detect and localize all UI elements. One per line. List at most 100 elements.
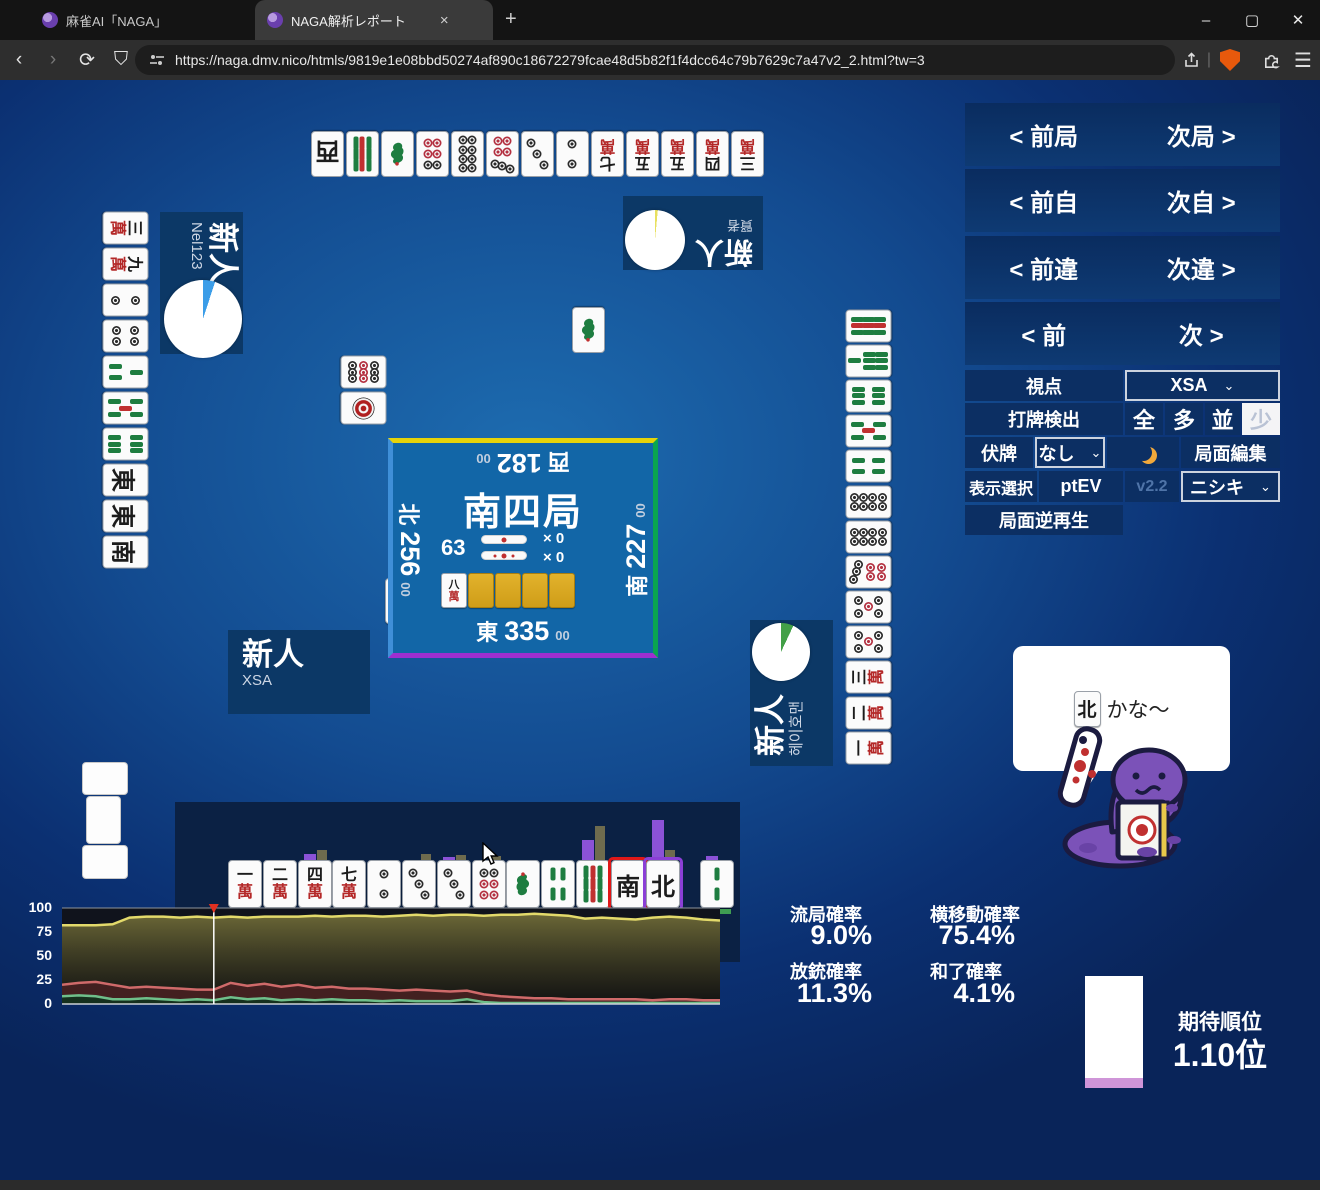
discard-tile-6s — [843, 378, 893, 413]
tile-6p[interactable] — [472, 860, 506, 908]
viewpoint-select[interactable]: XSA ⌄ — [1125, 370, 1280, 401]
tile-8p — [845, 520, 891, 553]
minimize-button[interactable]: – — [1183, 0, 1229, 40]
fusehai-select[interactable]: なし ⌄ — [1035, 437, 1105, 468]
center-board: 西18200 南四局 63 × 0 × 0 八萬 東33500 北25600 南… — [388, 438, 658, 658]
ptev-button[interactable]: ptEV — [1039, 471, 1123, 502]
next-step-button[interactable]: 次 > — [1179, 316, 1224, 351]
discard-tile-6p — [415, 128, 450, 180]
menu-icon[interactable]: ☰ — [1288, 45, 1318, 75]
discard-tile-3m: 三萬 — [843, 660, 893, 695]
east-score: 東33500 — [393, 615, 653, 647]
next-self-button[interactable]: 次自 > — [1167, 183, 1236, 218]
tile-4m[interactable]: 四萬 — [298, 860, 332, 908]
discard-tile-4s — [843, 449, 893, 484]
prev-self-button[interactable]: < 前自 — [1009, 183, 1078, 218]
edit-position-button[interactable]: 局面編集 — [1181, 437, 1280, 468]
tile-W: 西 — [311, 131, 344, 177]
dahai-option-4[interactable]: 少 — [1242, 403, 1280, 435]
tile-2p — [556, 131, 589, 177]
tile-2s[interactable] — [700, 860, 734, 908]
dark-mode-toggle[interactable] — [1107, 437, 1179, 468]
close-button[interactable]: ✕ — [1275, 0, 1320, 40]
chevron-down-icon: ⌄ — [1260, 479, 1271, 495]
south-score: 南22700 — [620, 465, 652, 635]
tile-4p — [102, 320, 148, 353]
prev-kyoku-button[interactable]: < 前局 — [1009, 117, 1078, 152]
back-icon[interactable]: ‹ — [4, 45, 34, 75]
tile-S[interactable]: 南 — [611, 860, 645, 908]
new-tab-button[interactable]: + — [505, 8, 517, 31]
url-bar[interactable]: https://naga.dmv.nico/htmls/9819e1e08bbd… — [135, 45, 1175, 75]
tile-1m[interactable]: 一萬 — [228, 860, 262, 908]
reverse-replay-button[interactable]: 局面逆再生 — [965, 505, 1123, 535]
tile-back — [468, 573, 494, 608]
dahai-option-3[interactable]: 並 — [1205, 403, 1240, 435]
naga-snake-mascot — [1052, 722, 1202, 872]
discard-tile-1m: 一萬 — [843, 730, 893, 765]
tile-8p — [451, 131, 484, 177]
tile-8p — [845, 485, 891, 518]
discard-tile-7s — [843, 343, 893, 378]
model-select[interactable]: ニシキ ⌄ — [1181, 471, 1280, 502]
tile-1s — [381, 131, 414, 177]
tile-5s — [102, 392, 148, 425]
next-mismatch-button[interactable]: 次違 > — [1167, 250, 1236, 285]
nav-mismatch-buttons: < 前違 次違 > — [965, 236, 1280, 299]
bookmark-icon[interactable]: ⛉ — [106, 45, 136, 75]
display-select-label: 表示選択 — [965, 471, 1037, 502]
tile-1p — [340, 392, 386, 425]
mouse-cursor — [480, 842, 500, 866]
tile-N[interactable]: 北 — [646, 860, 680, 908]
tile-back — [522, 573, 548, 608]
nav-kyoku-buttons: < 前局 次局 > — [965, 103, 1280, 166]
win-probability-chart[interactable] — [62, 902, 720, 1008]
tile-7s — [845, 344, 891, 377]
tile-6s — [845, 379, 891, 412]
reload-icon[interactable]: ⟳ — [72, 45, 102, 75]
discard-tile-7m: 七萬 — [590, 128, 625, 180]
moon-icon — [1135, 444, 1152, 461]
tile-2p[interactable] — [367, 860, 401, 908]
tile-4s[interactable] — [541, 860, 575, 908]
forward-icon[interactable]: › — [38, 45, 68, 75]
maximize-button[interactable]: ▢ — [1229, 0, 1275, 40]
y-tick-100: 100 — [12, 899, 52, 915]
expected-rank-value: 1.10位 — [1150, 1030, 1290, 1076]
y-tick-50: 50 — [12, 947, 52, 963]
tile-3m: 三萬 — [845, 661, 891, 694]
tile-3p[interactable] — [402, 860, 436, 908]
dahai-option-1[interactable]: 全 — [1125, 403, 1163, 435]
north-score: 北25600 — [394, 465, 426, 635]
y-tick-0: 0 — [12, 995, 52, 1011]
brave-shield-icon[interactable] — [1216, 45, 1244, 75]
discard-tile-2p — [100, 282, 150, 318]
tab-naga-report[interactable]: NAGA解析レポート × — [255, 0, 493, 40]
tile-2p — [102, 284, 148, 317]
dahai-option-2[interactable]: 多 — [1165, 403, 1203, 435]
tile-3p[interactable] — [437, 860, 471, 908]
tile-9s[interactable] — [576, 860, 610, 908]
tile-7m[interactable]: 七萬 — [332, 860, 366, 908]
tile-1s[interactable] — [506, 860, 540, 908]
bottom-player-box: 新人 XSA — [228, 630, 370, 714]
tile-back — [549, 573, 575, 608]
discard-tile-5p — [843, 590, 893, 625]
close-tab-icon[interactable]: × — [440, 12, 449, 29]
site-settings-icon[interactable] — [149, 52, 165, 68]
prev-step-button[interactable]: < 前 — [1021, 316, 1066, 351]
prev-mismatch-button[interactable]: < 前違 — [1009, 250, 1078, 285]
discard-tile-1p — [340, 390, 386, 426]
tile-9s — [346, 131, 379, 177]
tile-3s — [102, 356, 148, 389]
tile-5m: 五萬 — [661, 131, 694, 177]
discard-tile-8p — [843, 484, 893, 519]
next-kyoku-button[interactable]: 次局 > — [1167, 117, 1236, 152]
fusehai-label: 伏牌 — [965, 437, 1033, 468]
tab-naga-home[interactable]: 麻雀AI「NAGA」 — [30, 0, 179, 40]
tile-7p — [845, 555, 891, 588]
expected-rank-bar — [1085, 976, 1143, 1088]
tile-2m[interactable]: 二萬 — [263, 860, 297, 908]
extensions-icon[interactable] — [1256, 45, 1286, 75]
share-icon[interactable] — [1178, 45, 1204, 75]
